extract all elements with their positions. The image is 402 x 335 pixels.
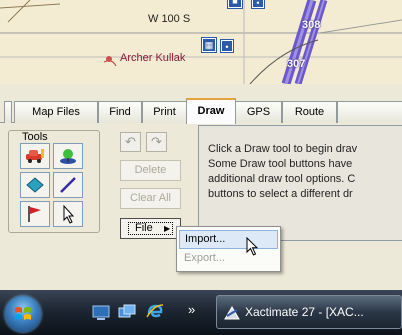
taskbar-button-xactimate[interactable]: Xactimate 27 - [XAC... xyxy=(216,295,402,329)
map-canvas xyxy=(0,0,402,84)
tools-group-label: Tools xyxy=(19,131,51,143)
polygon-tool-button[interactable] xyxy=(20,172,50,198)
start-button[interactable] xyxy=(5,296,41,332)
file-button[interactable]: File ▶ xyxy=(120,218,181,239)
redo-button[interactable]: ↷ xyxy=(146,132,167,152)
export-menu-item[interactable]: Export... xyxy=(179,249,278,268)
line-tool-button[interactable] xyxy=(53,172,83,198)
tools-group: Tools xyxy=(8,130,100,233)
route-shield: 308 xyxy=(302,19,321,31)
line-tool-icon xyxy=(60,177,76,193)
instruction-line: buttons to select a different dr xyxy=(208,188,353,200)
tab-gps[interactable]: GPS xyxy=(235,101,282,123)
tab-print[interactable]: Print xyxy=(142,101,187,123)
tab-draw[interactable]: Draw xyxy=(186,98,236,124)
draw-instructions: Click a Draw tool to begin drav Some Dra… xyxy=(198,125,402,241)
flag-tool-icon xyxy=(28,206,41,222)
tab-map-files[interactable]: Map Files xyxy=(14,101,98,123)
instruction-line: Click a Draw tool to begin drav xyxy=(208,143,358,155)
poi-icon[interactable]: ■ xyxy=(228,0,242,8)
poi-icon[interactable]: ▦ xyxy=(202,38,216,52)
file-button-label: File xyxy=(135,222,153,234)
file-menu: Import... Export... xyxy=(176,226,281,272)
submenu-arrow-icon: ▶ xyxy=(164,224,171,233)
pin-tool-button[interactable] xyxy=(53,143,83,169)
road-label: W 100 S xyxy=(148,13,191,25)
select-tool-button[interactable] xyxy=(53,201,83,227)
poi-icon[interactable]: • xyxy=(252,0,264,8)
car-tool-button[interactable] xyxy=(20,143,50,169)
flag-tool-button[interactable] xyxy=(20,201,50,227)
instruction-line: Some Draw tool buttons have xyxy=(208,158,353,170)
polygon-tool-icon xyxy=(26,177,44,193)
tab-find[interactable]: Find xyxy=(98,101,142,123)
import-menu-item[interactable]: Import... xyxy=(179,230,278,249)
show-desktop-icon[interactable] xyxy=(92,303,110,321)
poi-icon[interactable]: • xyxy=(221,40,233,52)
tab-bar: Map Files Find Print Draw GPS Route xyxy=(0,98,402,124)
map-view[interactable]: ■ • ▦ • W 100 S Archer Kullak 308 307 xyxy=(0,0,402,84)
internet-explorer-icon[interactable] xyxy=(146,303,164,321)
quick-launch-more-button[interactable]: » xyxy=(188,302,195,317)
car-tool-icon xyxy=(26,149,44,163)
tab-scroll-stub[interactable] xyxy=(4,101,12,123)
place-label: Archer Kullak xyxy=(120,52,186,64)
tab-more[interactable] xyxy=(337,101,402,123)
route-shield: 307 xyxy=(287,58,306,70)
mouse-cursor-icon xyxy=(246,237,259,256)
taskbar: » Xactimate 27 - [XAC... xyxy=(0,290,402,335)
windows-logo-icon xyxy=(15,307,31,320)
tab-route[interactable]: Route xyxy=(282,101,337,123)
redo-icon: ↷ xyxy=(151,134,162,149)
undo-icon: ↶ xyxy=(125,134,136,149)
switch-windows-icon[interactable] xyxy=(118,303,136,321)
xactimate-app-icon xyxy=(224,306,240,320)
select-tool-icon xyxy=(63,204,75,224)
pin-tool-icon xyxy=(60,149,76,164)
undo-button[interactable]: ↶ xyxy=(120,132,141,152)
clear-all-button[interactable]: Clear All xyxy=(120,188,181,209)
delete-button[interactable]: Delete xyxy=(120,160,181,181)
instruction-line: additional draw tool options. C xyxy=(208,173,356,185)
taskbar-button-label: Xactimate 27 - [XAC... xyxy=(245,305,364,319)
